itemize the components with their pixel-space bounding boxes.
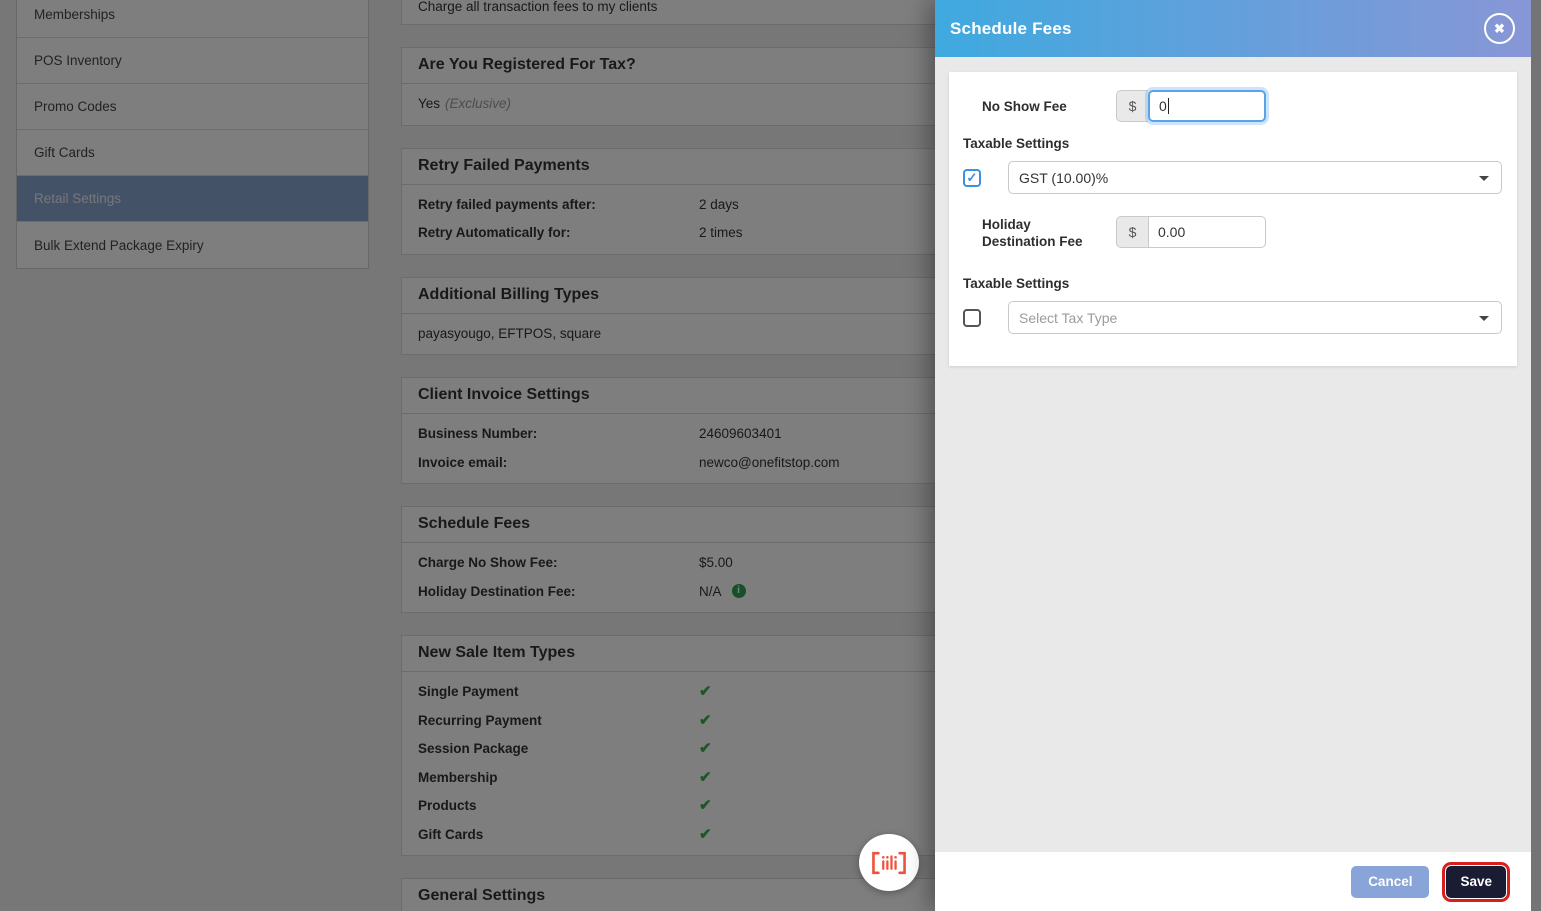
save-button-highlight: Save — [1442, 861, 1510, 902]
schedule-fees-form: No Show Fee $ 0 Taxable Settings ✓ GST (… — [949, 72, 1517, 366]
tax-type-select-empty[interactable]: Select Tax Type — [1008, 301, 1502, 334]
taxable-settings-label: Taxable Settings — [963, 276, 1070, 291]
barcode-scanner-button[interactable] — [859, 834, 919, 891]
no-show-fee-row: No Show Fee $ 0 — [982, 90, 1517, 122]
text-cursor — [1167, 98, 1170, 114]
chevron-down-icon — [1479, 316, 1489, 321]
close-icon[interactable]: ✖ — [1484, 13, 1515, 44]
modal-header: Schedule Fees ✖ — [935, 0, 1531, 57]
holiday-destination-fee-input[interactable]: 0.00 — [1148, 216, 1266, 248]
page-scrollbar[interactable] — [1531, 0, 1541, 911]
no-show-fee-input[interactable]: 0 — [1148, 90, 1266, 122]
taxable-settings-label: Taxable Settings — [963, 136, 1070, 151]
holiday-destination-fee-row: Holiday Destination Fee $ 0.00 — [982, 216, 1517, 250]
modal-title: Schedule Fees — [950, 18, 1072, 38]
no-show-fee-label: No Show Fee — [982, 98, 1067, 114]
tax-type-selected-value: GST (10.00)% — [1019, 169, 1109, 186]
taxable-settings-row-2: Select Tax Type — [963, 301, 1502, 334]
chevron-down-icon — [1479, 176, 1489, 181]
currency-prefix: $ — [1116, 90, 1148, 122]
taxable-settings-row-1: ✓ GST (10.00)% — [963, 161, 1502, 194]
schedule-fees-modal: Schedule Fees ✖ No Show Fee $ 0 Taxable … — [935, 0, 1531, 911]
modal-footer: Cancel Save — [935, 852, 1531, 911]
taxable-checkbox-unchecked[interactable] — [963, 308, 981, 327]
taxable-checkbox-checked[interactable]: ✓ — [963, 168, 981, 187]
save-button[interactable]: Save — [1446, 865, 1506, 898]
barcode-icon — [871, 850, 907, 876]
currency-prefix: $ — [1116, 216, 1148, 248]
tax-type-placeholder: Select Tax Type — [1019, 309, 1118, 326]
modal-body: No Show Fee $ 0 Taxable Settings ✓ GST (… — [935, 57, 1531, 852]
cancel-button[interactable]: Cancel — [1351, 865, 1430, 898]
tax-type-select[interactable]: GST (10.00)% — [1008, 161, 1502, 194]
holiday-destination-fee-label: Holiday Destination Fee — [982, 217, 1083, 249]
